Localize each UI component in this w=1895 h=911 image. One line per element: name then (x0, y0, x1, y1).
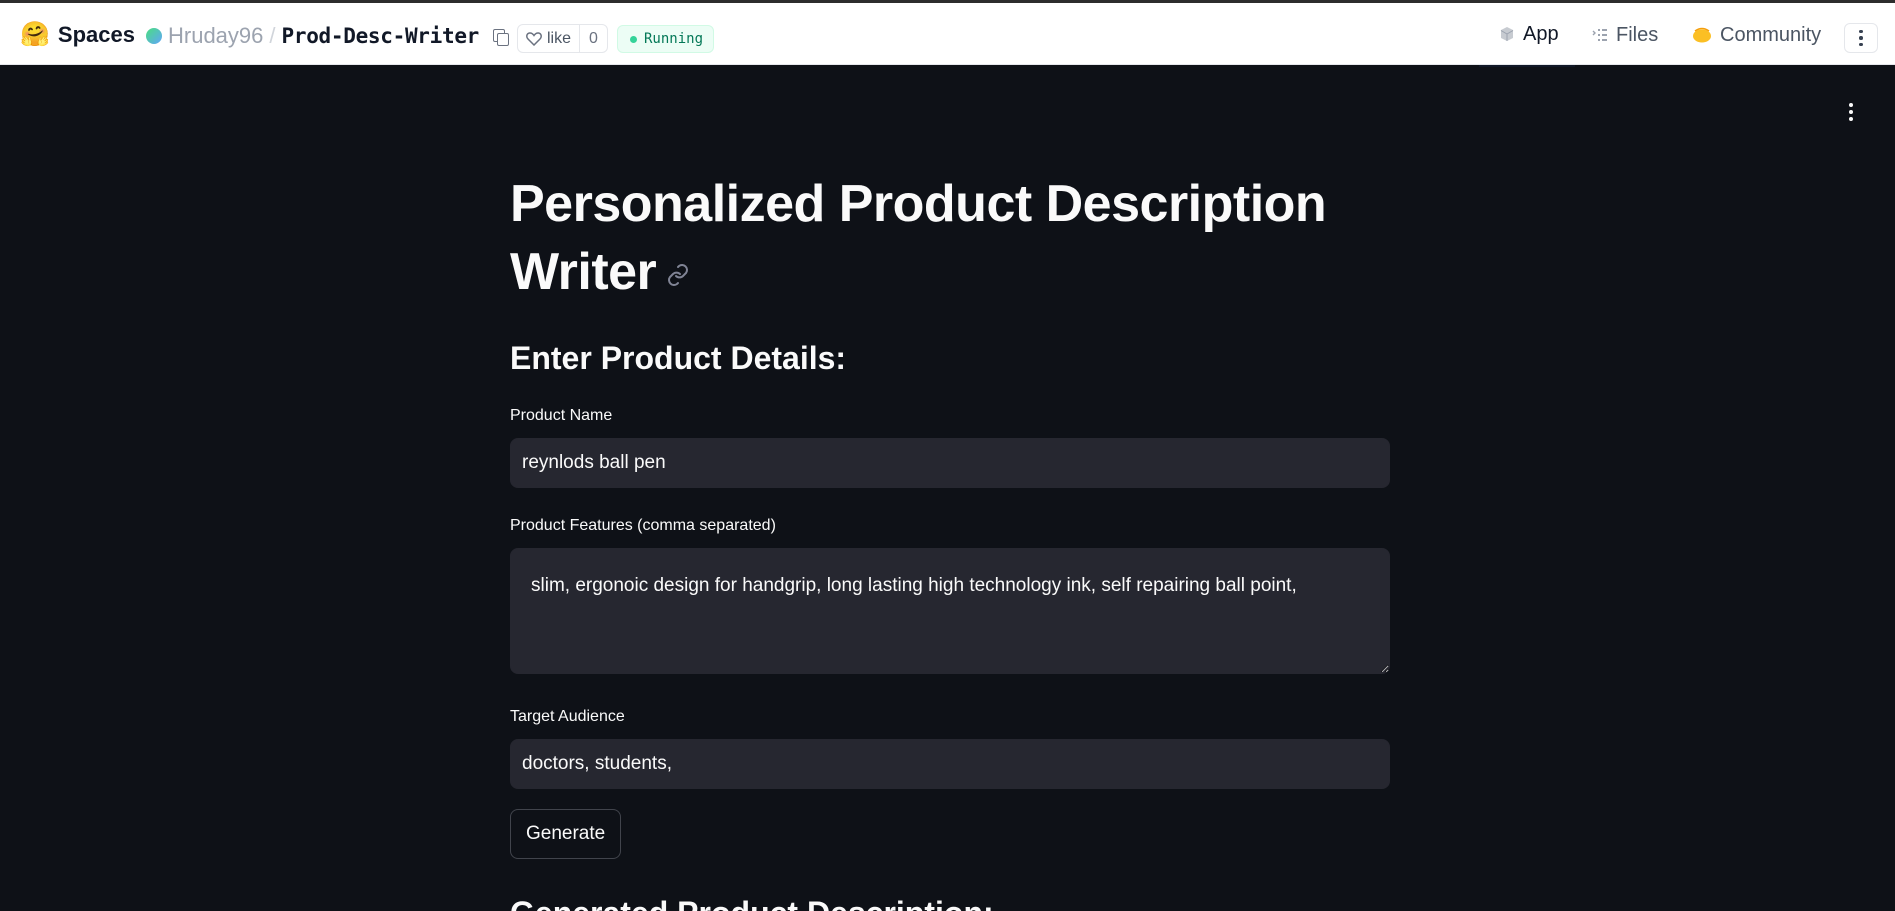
tab-community-label: Community (1720, 23, 1822, 46)
page-title-text: Personalized Product Description Writer (510, 175, 1327, 301)
generate-button[interactable]: Generate (510, 809, 622, 859)
target-audience-label: Target Audience (510, 708, 625, 725)
cube-icon (1500, 27, 1514, 41)
like-button[interactable]: like 0 (517, 24, 608, 53)
tab-app[interactable]: App (1479, 3, 1575, 67)
product-name-label: Product Name (510, 407, 613, 424)
app-main-content: Personalized Product Description Writer … (510, 170, 1390, 911)
section-heading: Enter Product Details: (510, 340, 847, 376)
owner-link[interactable]: Hruday96 (168, 23, 263, 49)
product-features-label: Product Features (comma separated) (510, 517, 776, 534)
app-main-menu-button[interactable] (1840, 100, 1862, 124)
tab-files[interactable]: Files (1592, 3, 1658, 67)
heart-icon (526, 31, 542, 46)
breadcrumb: Hruday96 / Prod-Desc-Writer (146, 23, 510, 49)
tab-app-label: App (1523, 22, 1559, 45)
repo-name-link[interactable]: Prod-Desc-Writer (282, 24, 480, 48)
like-label: like (547, 29, 572, 47)
kebab-menu-icon (1849, 103, 1853, 121)
tab-community[interactable]: Community (1692, 3, 1821, 67)
breadcrumb-separator: / (269, 23, 276, 48)
spaces-home-link[interactable]: 🤗 Spaces (20, 22, 135, 48)
files-icon (1592, 29, 1607, 41)
spaces-label: Spaces (57, 22, 135, 47)
output-heading: Generated Product Description: (510, 893, 1390, 911)
status-badge[interactable]: Running (617, 25, 715, 53)
status-dot-icon (630, 35, 637, 43)
product-features-textarea[interactable]: slim, ergonoic design for handgrip, long… (510, 548, 1390, 674)
tab-files-label: Files (1616, 23, 1659, 46)
spaces-header: 🤗 Spaces Hruday96 / Prod-Desc-Writer lik… (0, 0, 1895, 67)
target-audience-input[interactable] (510, 739, 1390, 789)
hugging-face-logo-icon: 🤗 (20, 21, 50, 48)
more-vertical-icon (1859, 29, 1863, 47)
page-title: Personalized Product Description Writer (510, 170, 1390, 306)
copy-icon[interactable] (491, 27, 510, 46)
status-text: Running (644, 31, 704, 47)
owner-avatar (146, 28, 162, 44)
product-name-input[interactable] (510, 438, 1390, 488)
more-options-button[interactable] (1844, 23, 1878, 53)
like-count: 0 (589, 29, 598, 47)
community-icon (1693, 27, 1711, 43)
link-anchor-icon[interactable] (666, 263, 690, 287)
